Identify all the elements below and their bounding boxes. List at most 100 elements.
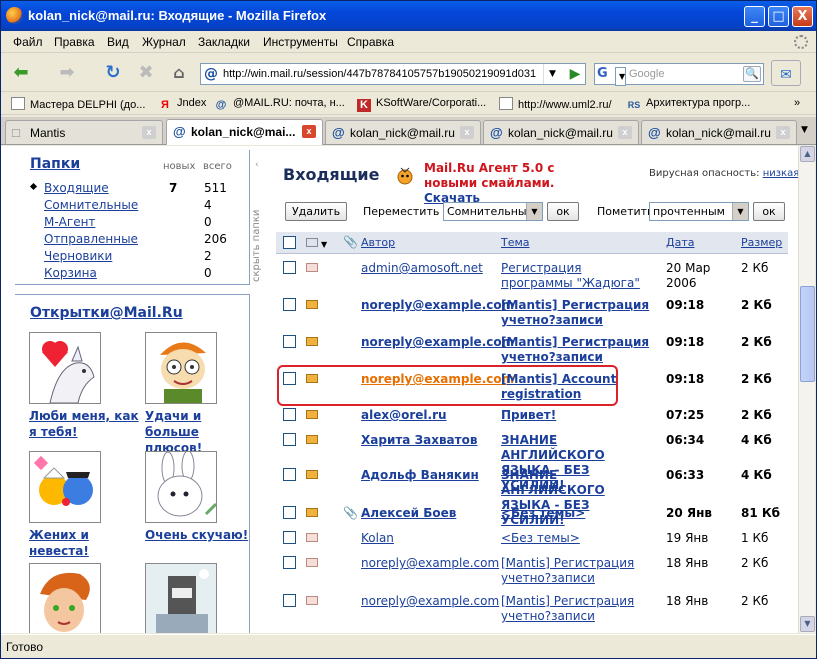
message-subject[interactable]: Привет!	[501, 408, 651, 423]
tab-close-icon[interactable]: x	[460, 126, 474, 139]
tab-mail[interactable]: @ kolan_nick@mail.ru... x	[641, 120, 797, 144]
folder-spam[interactable]: Сомнительные 4	[15, 197, 245, 214]
url-dropdown-icon[interactable]: ▼	[543, 64, 561, 84]
message-from[interactable]: noreply@example.com	[361, 298, 514, 312]
message-from[interactable]: Харита Захватов	[361, 433, 477, 447]
postcard-image[interactable]	[29, 451, 101, 523]
message-row[interactable]: noreply@example.com [Mantis] Регистрация …	[276, 554, 788, 588]
message-checkbox[interactable]	[283, 531, 296, 544]
message-row[interactable]: alex@orel.ru Привет! 07:25 2 Кб	[276, 406, 788, 428]
postcard-image[interactable]	[145, 451, 217, 523]
sort-down-icon[interactable]: ▼	[321, 240, 327, 249]
delete-button[interactable]: Удалить	[285, 202, 347, 221]
read-status-icon[interactable]	[306, 238, 318, 247]
bookmark-item[interactable]: Мастера DELPHI (до...	[11, 97, 145, 111]
tab-close-icon[interactable]: x	[776, 126, 790, 139]
select-all-checkbox[interactable]	[283, 236, 296, 249]
mark-ok-button[interactable]: ок	[753, 202, 785, 221]
message-from[interactable]: noreply@example.com	[361, 556, 499, 570]
postcard-image[interactable]	[29, 332, 101, 404]
message-row[interactable]: Kolan <Без темы> 19 Янв 1 Кб	[276, 529, 788, 551]
google-icon[interactable]: G	[597, 66, 615, 82]
tab-list-icon[interactable]: ▼	[801, 125, 808, 135]
postcard-image[interactable]	[145, 332, 217, 404]
move-folder-select[interactable]: Сомнительные ▼	[443, 202, 543, 221]
virus-level-link[interactable]: низкая	[763, 168, 798, 179]
message-checkbox[interactable]	[283, 556, 296, 569]
home-button[interactable]: ⌂	[165, 59, 193, 87]
bookmark-item[interactable]: @ @MAIL.RU: почта, н...	[214, 97, 345, 112]
go-button[interactable]: ▶	[564, 63, 586, 85]
message-from[interactable]: Kolan	[361, 531, 394, 545]
hide-folders-toggle[interactable]: скрыть папки	[251, 172, 265, 282]
message-subject[interactable]: [Mantis] Регистрация учетно?записи	[501, 594, 651, 624]
col-size[interactable]: Размер	[741, 236, 782, 249]
bookmark-item[interactable]: K KSoftWare/Corporati...	[357, 97, 486, 112]
message-checkbox[interactable]	[283, 433, 296, 446]
tab-close-icon[interactable]: x	[302, 125, 316, 138]
mail-agent-icon[interactable]	[397, 165, 413, 185]
tab-close-icon[interactable]: x	[618, 126, 632, 139]
folder-inbox[interactable]: Входящие 7 511	[15, 180, 245, 197]
menu-bookmarks[interactable]: Закладки	[198, 35, 250, 49]
col-date[interactable]: Дата	[666, 236, 694, 249]
col-subject[interactable]: Тема	[501, 236, 530, 249]
message-checkbox[interactable]	[283, 298, 296, 311]
message-from[interactable]: noreply@example.com	[361, 594, 499, 608]
message-checkbox[interactable]	[283, 468, 296, 481]
engine-dropdown-icon[interactable]: ▼	[615, 67, 627, 86]
mail-agent-icon[interactable]: ✉	[771, 60, 801, 86]
move-ok-button[interactable]: ок	[547, 202, 579, 221]
scroll-up-icon[interactable]: ▲	[800, 146, 815, 162]
address-bar[interactable]: @ http://win.mail.ru/session/447b7878410…	[200, 63, 586, 85]
menu-help[interactable]: Справка	[347, 35, 394, 49]
stop-button[interactable]: ✖	[132, 59, 160, 87]
close-button[interactable]: X	[792, 6, 813, 27]
folder-trash[interactable]: Корзина 0	[15, 265, 245, 282]
message-checkbox[interactable]	[283, 408, 296, 421]
folders-title[interactable]: Папки	[30, 156, 80, 172]
reload-button[interactable]: ↻	[99, 59, 127, 87]
folder-m-agent[interactable]: М-Агент 0	[15, 214, 245, 231]
message-checkbox[interactable]	[283, 594, 296, 607]
bookmark-item[interactable]: RS Архитектура прогр...	[627, 97, 751, 112]
message-subject[interactable]: <Без темы>	[501, 506, 651, 521]
message-checkbox[interactable]	[283, 506, 296, 519]
search-bar[interactable]: G ▼ Google 🔍	[594, 63, 764, 86]
menu-edit[interactable]: Правка	[54, 35, 95, 49]
message-row[interactable]: noreply@example.com [Mantis] Регистрация …	[276, 592, 788, 626]
menu-view[interactable]: Вид	[107, 35, 129, 49]
bookmarks-overflow-icon[interactable]: »	[794, 97, 800, 109]
message-row[interactable]: 📎 Алексей Боев <Без темы> 20 Янв 81 Кб	[276, 504, 788, 526]
minimize-button[interactable]: _	[744, 6, 765, 27]
tab-close-icon[interactable]: x	[142, 126, 156, 139]
postcard-image[interactable]	[29, 563, 101, 633]
search-icon[interactable]: 🔍	[743, 66, 761, 82]
message-from[interactable]: Адольф Ванякин	[361, 468, 479, 482]
message-from[interactable]: noreply@example.com	[361, 335, 514, 349]
mark-select[interactable]: прочтенным ▼	[649, 202, 749, 221]
menu-tools[interactable]: Инструменты	[263, 35, 338, 49]
scroll-thumb[interactable]	[800, 286, 815, 382]
bookmark-item[interactable]: http://www.uml2.ru/	[499, 97, 612, 111]
tab-mail[interactable]: @ kolan_nick@mail.ru... x	[483, 120, 639, 144]
message-row[interactable]: Харита Захватов ЗНАНИЕ АНГЛИЙСКОГО ЯЗЫКА …	[276, 431, 788, 492]
message-subject[interactable]: [Mantis] Регистрация учетно?записи	[501, 556, 651, 586]
bookmark-item[interactable]: Я Jndex	[158, 97, 206, 112]
message-row[interactable]: admin@amosoft.net Регистрация программы "…	[276, 259, 788, 293]
maximize-button[interactable]: □	[768, 6, 789, 27]
tab-mail[interactable]: @ kolan_nick@mail.ru... x	[325, 120, 481, 144]
message-row[interactable]: noreply@example.com [Mantis] Регистрация …	[276, 333, 788, 367]
message-checkbox[interactable]	[283, 335, 296, 348]
folder-drafts[interactable]: Черновики 2	[15, 248, 245, 265]
tab-inbox-active[interactable]: @ kolan_nick@mai... x	[166, 119, 323, 145]
vertical-scrollbar[interactable]: ▲ ▼	[798, 146, 815, 633]
menu-file[interactable]: Файл	[13, 35, 43, 49]
scroll-down-icon[interactable]: ▼	[800, 616, 815, 632]
message-subject[interactable]: [Mantis] Регистрация учетно?записи	[501, 298, 651, 328]
folder-sent[interactable]: Отправленные 206	[15, 231, 245, 248]
message-subject[interactable]: [Mantis] Регистрация учетно?записи	[501, 335, 651, 365]
message-subject[interactable]: <Без темы>	[501, 531, 651, 546]
forward-button[interactable]: ➡	[53, 59, 81, 87]
message-row[interactable]: noreply@example.com [Mantis] Регистрация …	[276, 296, 788, 330]
